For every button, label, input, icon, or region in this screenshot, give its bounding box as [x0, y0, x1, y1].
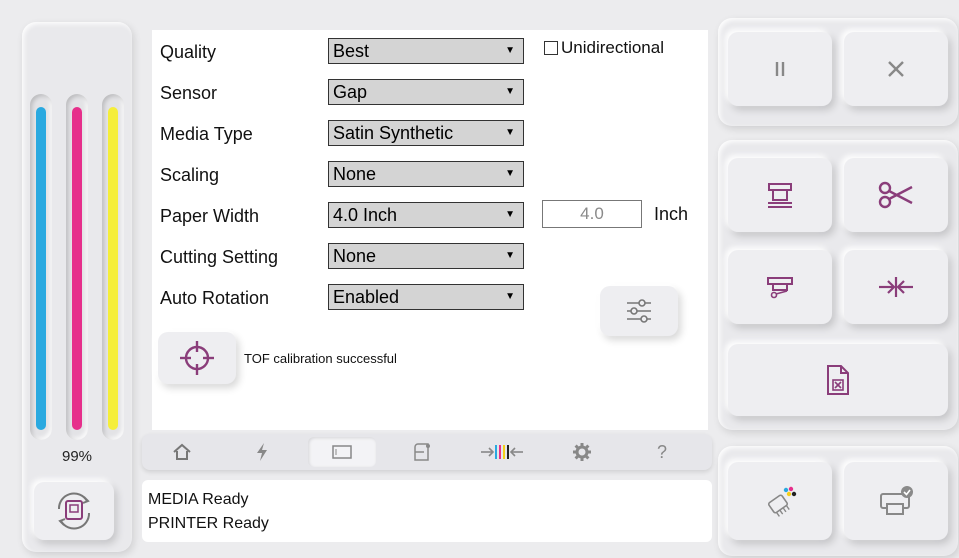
- unidirectional-checkbox[interactable]: Unidirectional: [544, 38, 664, 58]
- advanced-settings-button[interactable]: [600, 286, 678, 336]
- sliders-icon: [627, 299, 651, 323]
- scaling-select[interactable]: None ▼: [328, 161, 524, 187]
- calibration-icon: [481, 445, 523, 459]
- align-center-icon: [879, 277, 913, 297]
- cutting-setting-label: Cutting Setting: [160, 247, 279, 267]
- tab-settings[interactable]: [548, 437, 616, 467]
- sensor-label: Sensor: [160, 83, 218, 103]
- sensor-value: Gap: [333, 82, 368, 102]
- sensor-select[interactable]: Gap ▼: [328, 79, 524, 105]
- media-type-label: Media Type: [160, 124, 253, 144]
- cleaning-icon: [767, 486, 797, 517]
- tof-calibration-button[interactable]: [158, 332, 236, 384]
- scaling-label: Scaling: [160, 165, 220, 185]
- chevron-down-icon: ▼: [505, 168, 515, 179]
- ink-percent: 99%: [61, 448, 93, 465]
- quality-value: Best: [333, 41, 370, 61]
- scissors-icon: [878, 181, 913, 209]
- tab-media[interactable]: [308, 437, 376, 467]
- job-control-panel: [718, 18, 958, 126]
- chevron-down-icon: ▼: [505, 291, 515, 302]
- home-icon: [173, 443, 191, 460]
- auto-rotation-value: Enabled: [333, 287, 400, 307]
- cutting-setting-select[interactable]: None ▼: [328, 243, 524, 269]
- chevron-down-icon: ▼: [505, 45, 515, 56]
- auto-rotation-label: Auto Rotation: [160, 288, 270, 308]
- media-control-panel: [718, 140, 958, 430]
- printer-status: PRINTER Ready: [148, 515, 269, 532]
- quality-label: Quality: [160, 42, 217, 62]
- magenta-ink-gauge: [66, 94, 88, 440]
- settings-panel: Quality Best ▼ Unidirectional Sensor Gap…: [152, 30, 708, 430]
- tab-power[interactable]: [228, 437, 296, 467]
- paper-icon: [414, 443, 430, 461]
- cancel-button[interactable]: [844, 32, 948, 106]
- paper-width-select[interactable]: 4.0 Inch ▼: [328, 202, 524, 228]
- pause-icon: [775, 62, 785, 76]
- checkbox-box: [544, 41, 558, 55]
- chevron-down-icon: ▼: [505, 250, 515, 261]
- maintenance-panel: [718, 446, 958, 556]
- tab-home[interactable]: [148, 437, 216, 467]
- media-type-select[interactable]: Satin Synthetic ▼: [328, 120, 524, 146]
- pause-button[interactable]: [728, 32, 832, 106]
- chevron-down-icon: ▼: [505, 127, 515, 138]
- printer-check-icon: [880, 486, 913, 515]
- paper-width-label: Paper Width: [160, 206, 260, 226]
- align-button[interactable]: [844, 250, 948, 324]
- unidirectional-label: Unidirectional: [561, 38, 664, 57]
- cyan-ink-fill: [36, 107, 46, 430]
- cyan-ink-gauge: [30, 94, 52, 440]
- rotate-media-icon: [57, 492, 91, 530]
- crosshair-icon: [180, 341, 214, 375]
- tab-paper[interactable]: [388, 437, 456, 467]
- media-status: MEDIA Ready: [148, 491, 249, 508]
- gear-icon: [573, 443, 591, 461]
- magenta-ink-fill: [72, 107, 82, 430]
- scaling-value: None: [333, 164, 377, 184]
- tab-bar: ?: [142, 434, 712, 470]
- yellow-ink-fill: [108, 107, 118, 430]
- help-icon: ?: [656, 441, 667, 462]
- cutting-setting-value: None: [333, 246, 377, 266]
- cancel-file-icon: [827, 365, 849, 395]
- media-icon: [332, 445, 352, 459]
- tof-status-message: TOF calibration successful: [244, 351, 397, 366]
- ink-level-panel: 99%: [22, 22, 132, 552]
- tab-calibration[interactable]: [468, 437, 536, 467]
- rotate-media-button[interactable]: [34, 482, 114, 540]
- media-type-value: Satin Synthetic: [333, 123, 454, 143]
- bolt-icon: [257, 443, 267, 461]
- cut-button[interactable]: [844, 158, 948, 232]
- cancel-job-button[interactable]: [728, 344, 948, 416]
- status-box: MEDIA Ready PRINTER Ready: [142, 480, 712, 542]
- feed-icon: [768, 183, 792, 208]
- clean-button[interactable]: [728, 462, 832, 540]
- feed-button[interactable]: [728, 158, 832, 232]
- quality-select[interactable]: Best ▼: [328, 38, 524, 64]
- close-icon: [888, 61, 904, 77]
- cut-feed-icon: [767, 277, 793, 299]
- chevron-down-icon: ▼: [505, 209, 515, 220]
- paper-width-value: 4.0 Inch: [333, 205, 398, 225]
- chevron-down-icon: ▼: [505, 86, 515, 97]
- paper-width-unit: Inch: [654, 204, 689, 224]
- auto-rotation-select[interactable]: Enabled ▼: [328, 284, 524, 310]
- paper-width-input[interactable]: 4.0: [542, 200, 642, 228]
- cut-feed-button[interactable]: [728, 250, 832, 324]
- tab-help[interactable]: ?: [628, 437, 696, 467]
- printer-status-button[interactable]: [844, 462, 948, 540]
- yellow-ink-gauge: [102, 94, 124, 440]
